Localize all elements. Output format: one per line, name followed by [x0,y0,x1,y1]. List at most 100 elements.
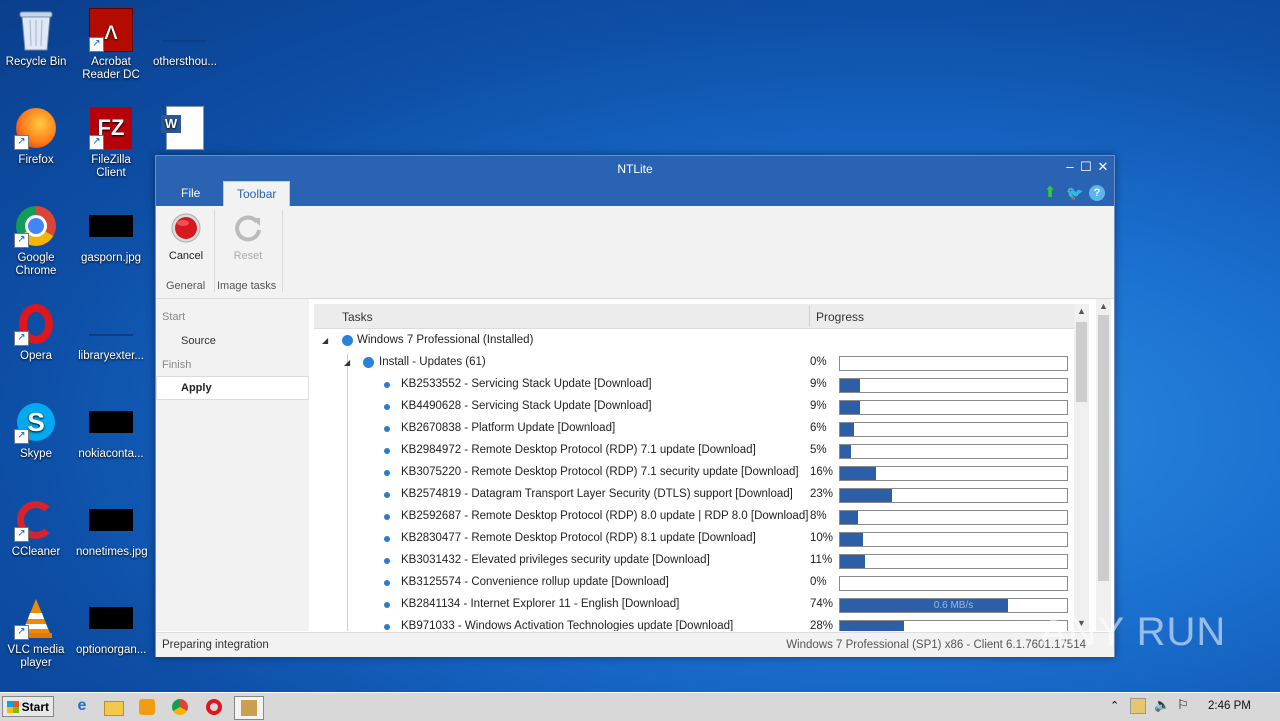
desktop-icon-recycle-bin[interactable]: Recycle Bin [1,8,71,69]
progress-percent: 0% [810,356,827,368]
progress-fill [840,555,865,568]
desktop-icon-othersthou[interactable]: othersthou... [150,8,220,69]
action-center-icon[interactable] [1130,698,1146,714]
task-row[interactable]: KB971033 - Windows Activation Technologi… [314,616,1074,631]
sidebar-item-apply[interactable]: Apply [156,376,309,400]
progress-percent: 74% [810,598,834,610]
desktop-icon-opera[interactable]: ↗ Opera [1,302,71,363]
task-bullet-icon [384,382,390,388]
minimize-icon[interactable]: – [1062,159,1078,175]
task-bullet-icon [384,602,390,608]
task-row[interactable]: KB3075220 - Remote Desktop Protocol (RDP… [314,462,1074,484]
expand-arrow-icon[interactable]: ◢ [344,358,350,367]
start-label: Start [21,700,49,714]
volume-icon[interactable]: 🔈 [1154,697,1170,713]
task-row[interactable]: KB2830477 - Remote Desktop Protocol (RDP… [314,528,1074,550]
window-title: NTLite [617,162,653,176]
chrome-icon: ↗ [14,204,58,248]
scrollbar-thumb[interactable] [1076,322,1087,402]
task-row[interactable]: KB2574819 - Datagram Transport Layer Sec… [314,484,1074,506]
recycle-bin-icon [14,8,58,52]
media-player-icon[interactable] [137,697,157,717]
opera-taskbar-icon[interactable] [204,697,224,717]
page-scrollbar[interactable]: ▲ [1096,299,1111,631]
progress-percent: 16% [810,466,834,478]
desktop-icon-nonetimes[interactable]: nonetimes.jpg [76,498,148,559]
desktop-icon-libraryexter[interactable]: libraryexter... [76,302,146,363]
twitter-icon[interactable]: 🐦 [1066,185,1083,201]
icon-label: othersthou... [153,56,217,68]
progress-percent: 9% [810,378,827,390]
tab-file[interactable]: File [168,181,213,206]
scrollbar-thumb[interactable] [1098,315,1109,581]
clock[interactable]: 2:46 PM [1208,700,1251,712]
internet-explorer-icon[interactable]: e [72,697,92,717]
desktop-icon-nokiaconta[interactable]: nokiaconta... [76,400,146,461]
shortcut-arrow-icon: ↗ [14,233,29,248]
maximize-icon[interactable]: ☐ [1078,159,1094,175]
column-divider[interactable] [809,306,810,326]
task-row[interactable]: KB3125574 - Convenience rollup update [D… [314,572,1074,594]
cancel-label: Cancel [168,250,204,262]
reset-label: Reset [233,250,263,262]
task-label: KB3031432 - Elevated privileges security… [401,554,710,566]
sidebar-section-start: Start [162,311,186,323]
scroll-up-icon[interactable]: ▲ [1074,304,1089,319]
progress-bar [839,422,1068,437]
title-bar[interactable]: NTLite – ☐ ✕ [156,156,1114,181]
show-hidden-icons-icon[interactable]: ⌃ [1110,699,1119,712]
expand-arrow-icon[interactable]: ◢ [322,336,328,345]
reset-button[interactable]: Reset [222,212,274,262]
column-header-progress[interactable]: Progress [816,310,864,324]
task-bullet-icon [384,492,390,498]
desktop-icon-gasporn[interactable]: gasporn.jpg [76,204,146,265]
sidebar-item-label: Apply [181,382,212,394]
task-row[interactable]: KB2592687 - Remote Desktop Protocol (RDP… [314,506,1074,528]
tree-group-row[interactable]: ◢ Install - Updates (61) 0% [314,352,1074,374]
icon-label: Google Chrome [15,252,57,277]
close-icon[interactable]: ✕ [1095,159,1111,175]
icon-label: Acrobat Reader DC [82,56,140,81]
cancel-button[interactable]: Cancel [160,212,212,262]
ntlite-taskbar-button[interactable] [234,696,264,720]
desktop-icon-firefox[interactable]: ↗ Firefox [1,106,71,167]
desktop-icon-acrobat[interactable]: ᴧ ↗ Acrobat Reader DC [76,8,146,82]
sidebar-section-finish: Finish [162,359,192,371]
update-arrow-icon[interactable]: ⬆ [1042,185,1058,201]
tree-root-row[interactable]: ◢ Windows 7 Professional (Installed) [314,330,1074,352]
folder-icon[interactable] [104,697,124,717]
progress-bar [839,356,1068,371]
tab-toolbar[interactable]: Toolbar [223,181,291,207]
progress-fill [840,511,859,524]
task-row[interactable]: KB3031432 - Elevated privileges security… [314,550,1074,572]
chrome-taskbar-icon[interactable] [170,697,190,717]
sidebar-item-source[interactable]: Source [181,335,216,347]
desktop-icon-ccleaner[interactable]: ↗ CCleaner [1,498,71,559]
shortcut-arrow-icon: ↗ [14,331,29,346]
progress-percent: 23% [810,488,834,500]
task-row[interactable]: KB2533552 - Servicing Stack Update [Down… [314,374,1074,396]
progress-fill [840,489,893,502]
help-icon[interactable]: ? [1089,185,1105,201]
start-button[interactable]: Start [2,696,54,717]
desktop-icon-vlc[interactable]: ↗ VLC media player [1,596,71,670]
column-header-tasks[interactable]: Tasks [342,310,373,324]
flag-icon[interactable]: ⚐ [1177,697,1189,713]
ccleaner-icon: ↗ [14,498,58,542]
desktop-icon-chrome[interactable]: ↗ Google Chrome [1,204,71,278]
desktop-icon-word-doc[interactable]: W [150,106,220,154]
task-row[interactable]: KB2984972 - Remote Desktop Protocol (RDP… [314,440,1074,462]
stop-icon [170,212,202,244]
task-row[interactable]: KB2841134 - Internet Explorer 11 - Engli… [314,594,1074,616]
task-list-scrollbar[interactable]: ▲ ▼ [1074,304,1089,631]
scroll-up-icon[interactable]: ▲ [1096,299,1111,314]
task-row[interactable]: KB4490628 - Servicing Stack Update [Down… [314,396,1074,418]
desktop-icon-optionorgan[interactable]: optionorgan... [76,596,146,657]
progress-fill [840,379,861,392]
shortcut-arrow-icon: ↗ [89,37,104,52]
task-row[interactable]: KB2670838 - Platform Update [Download] 6% [314,418,1074,440]
desktop-icon-filezilla[interactable]: FZ ↗ FileZilla Client [76,106,146,180]
image-thumbnail-icon [89,596,133,640]
desktop-icon-skype[interactable]: S ↗ Skype [1,400,71,461]
icon-label: nonetimes.jpg [76,546,148,558]
